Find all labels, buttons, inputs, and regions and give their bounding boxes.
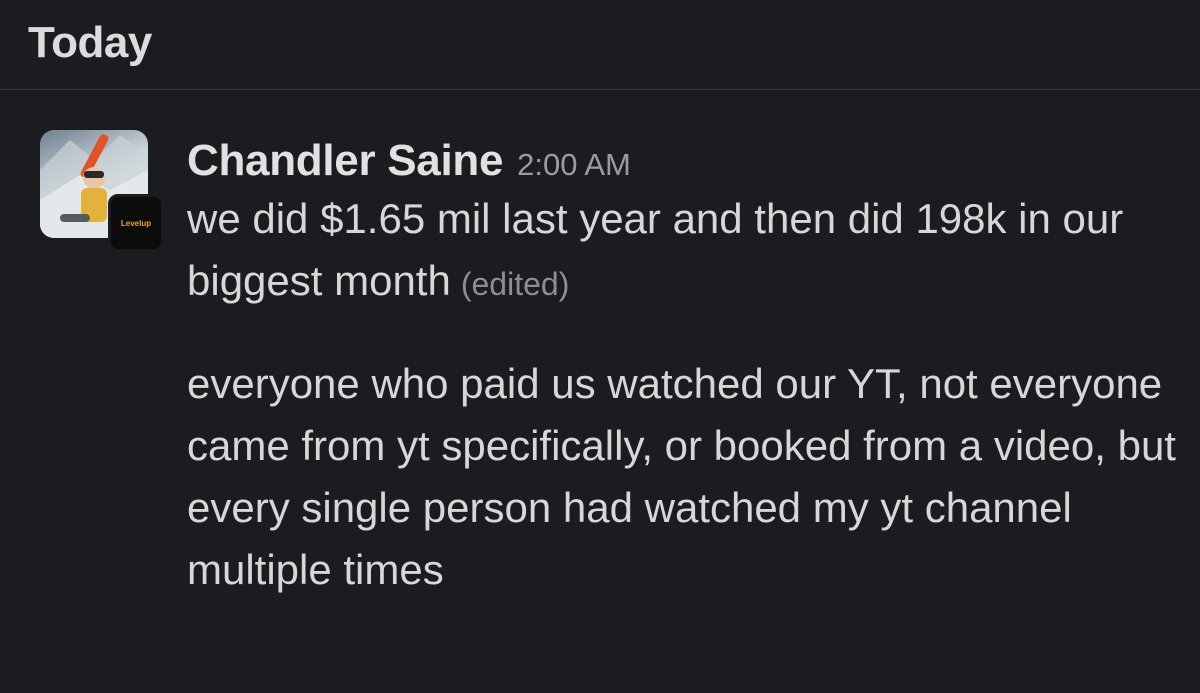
badge-logo-text: Levelup [120,218,152,228]
day-divider-line [0,89,1200,90]
day-divider-label: Today [28,18,152,67]
message-paragraph: everyone who paid us watched our YT, not… [187,353,1177,601]
message-text-1: we did $1.65 mil last year and then did … [187,195,1124,304]
author-name[interactable]: Chandler Saine [187,136,503,186]
message-timestamp[interactable]: 2:00 AM [517,147,631,183]
message-content: Chandler Saine 2:00 AM we did $1.65 mil … [187,136,1177,601]
app-badge: Levelup [108,194,164,252]
message-text-2: everyone who paid us watched our YT, not… [187,360,1176,593]
message-paragraph: we did $1.65 mil last year and then did … [187,188,1177,315]
message-header: Chandler Saine 2:00 AM [187,136,1177,186]
edited-label: (edited) [460,266,570,302]
